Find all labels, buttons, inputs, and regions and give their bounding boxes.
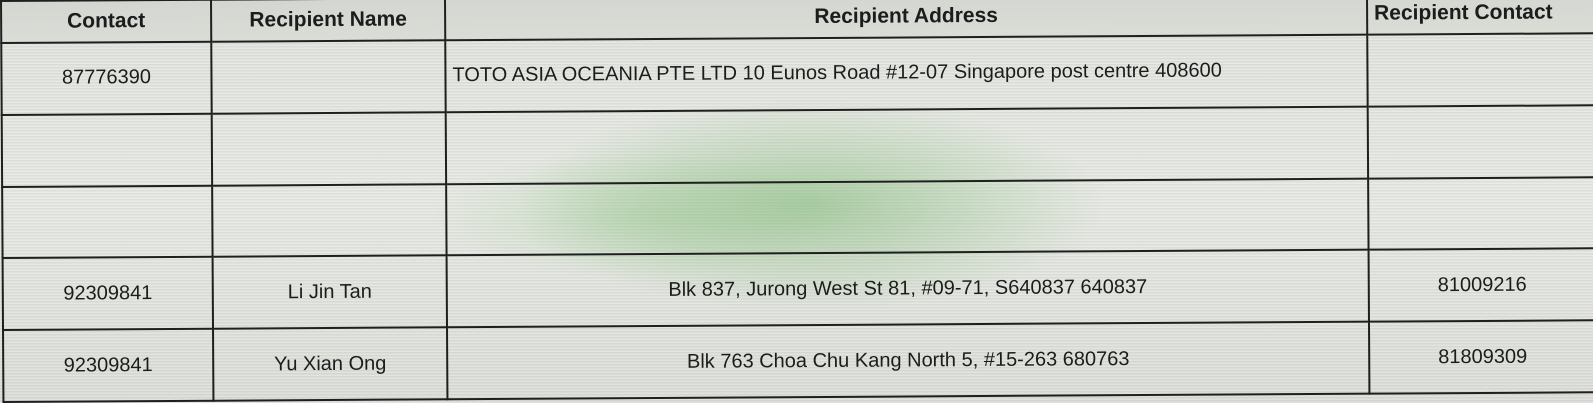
cell-recipient-contact[interactable]: 81809309 <box>1368 320 1593 394</box>
cell-recipient-name[interactable]: Li Jin Tan <box>212 255 448 329</box>
cell-contact[interactable] <box>1 113 213 187</box>
cell-recipient-address[interactable]: Blk 763 Choa Chu Kang North 5, #15-263 6… <box>447 321 1370 400</box>
cell-recipient-address[interactable] <box>446 178 1369 256</box>
cell-recipient-address[interactable]: Blk 837, Jurong West St 81, #09-71, S640… <box>446 250 1369 328</box>
cell-contact[interactable]: 92309841 <box>3 328 214 402</box>
cell-recipient-contact[interactable] <box>1367 105 1593 179</box>
cell-contact[interactable] <box>2 185 213 259</box>
table-row: 92309841 Li Jin Tan Blk 837, Jurong West… <box>2 248 1593 331</box>
cell-contact[interactable]: 92309841 <box>2 257 214 331</box>
cell-recipient-name[interactable] <box>211 112 447 186</box>
recipient-table: Contact Recipient Name Recipient Address… <box>0 0 1593 403</box>
cell-recipient-contact[interactable]: 81009216 <box>1368 248 1593 322</box>
cell-recipient-name[interactable]: Yu Xian Ong <box>213 327 448 401</box>
table-row: 87776390 TOTO ASIA OCEANIA PTE LTD 10 Eu… <box>1 33 1593 115</box>
cell-recipient-address[interactable] <box>445 106 1369 184</box>
cell-recipient-contact[interactable] <box>1368 176 1593 251</box>
cell-recipient-name[interactable] <box>211 40 446 114</box>
header-recipient-contact[interactable]: Recipient Contact <box>1366 0 1593 35</box>
header-recipient-address[interactable]: Recipient Address <box>444 0 1368 41</box>
cell-contact[interactable]: 87776390 <box>1 41 212 115</box>
photographed-screen: Contact Recipient Name Recipient Address… <box>0 0 1593 403</box>
table-row <box>2 176 1593 259</box>
table-row <box>1 105 1593 187</box>
cell-recipient-name[interactable] <box>212 183 447 258</box>
cell-recipient-address[interactable]: TOTO ASIA OCEANIA PTE LTD 10 Eunos Road … <box>445 34 1368 113</box>
cell-recipient-contact[interactable] <box>1367 33 1593 107</box>
table-row: 92309841 Yu Xian Ong Blk 763 Choa Chu Ka… <box>3 320 1593 402</box>
header-recipient-name[interactable]: Recipient Name <box>211 0 446 42</box>
header-contact[interactable]: Contact <box>1 0 212 43</box>
